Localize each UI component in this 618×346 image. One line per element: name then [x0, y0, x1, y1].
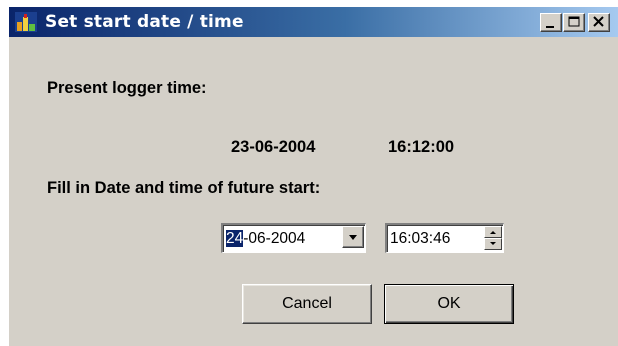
spin-down-button[interactable] — [484, 238, 502, 250]
date-dropdown-button[interactable] — [342, 226, 364, 248]
spin-up-button[interactable] — [484, 226, 502, 238]
maximize-button[interactable] — [563, 13, 585, 32]
future-start-label: Fill in Date and time of future start: — [47, 179, 321, 197]
close-button[interactable] — [588, 13, 610, 32]
minimize-button[interactable] — [540, 13, 562, 32]
cancel-button[interactable]: Cancel — [242, 284, 372, 324]
future-date-picker[interactable]: 24-06-2004 — [221, 223, 366, 253]
time-spinner[interactable] — [484, 226, 502, 250]
ok-button[interactable]: OK — [384, 284, 514, 324]
present-date-value: 23-06-2004 — [231, 138, 316, 156]
future-date-text: 24-06-2004 — [226, 230, 305, 248]
present-time-value: 16:12:00 — [388, 138, 455, 156]
spin-down-icon — [490, 242, 496, 245]
maximize-icon — [568, 16, 580, 27]
spin-up-icon — [490, 231, 496, 234]
close-icon — [593, 16, 604, 27]
present-time-label: Present logger time: — [47, 79, 207, 97]
chevron-down-icon — [349, 235, 357, 240]
minimize-icon — [546, 26, 554, 28]
window-title: Set start date / time — [45, 12, 244, 32]
future-time-text: 16:03:46 — [390, 230, 451, 247]
date-rest: -06-2004 — [243, 230, 306, 247]
dialog-window: Set start date / time Present logger tim… — [8, 6, 618, 346]
title-bar[interactable]: Set start date / time — [9, 7, 618, 37]
logger-app-icon[interactable] — [15, 12, 37, 32]
date-day-selected[interactable]: 24 — [226, 230, 244, 247]
future-time-picker[interactable]: 16:03:46 — [385, 223, 504, 253]
